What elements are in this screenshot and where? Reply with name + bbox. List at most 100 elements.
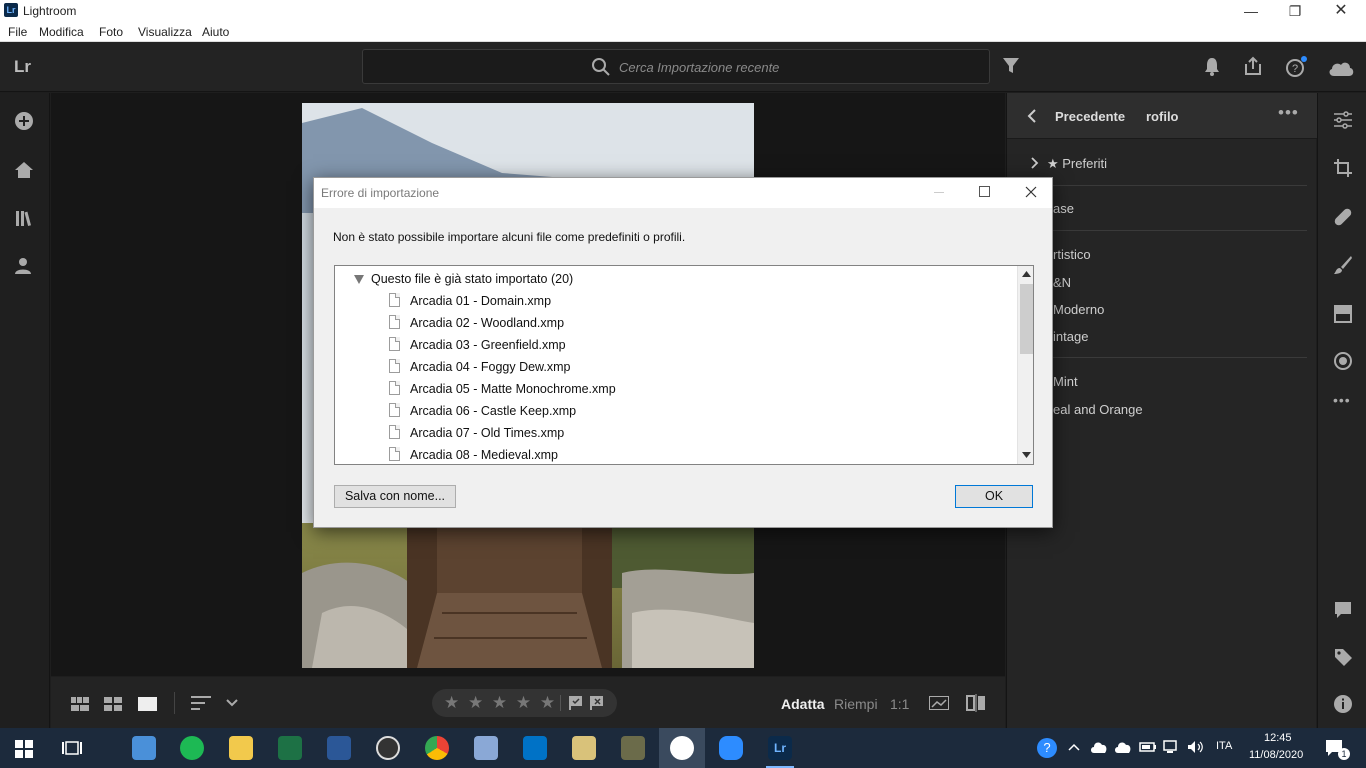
vertical-scrollbar[interactable] [1017,266,1033,464]
tree-file-item[interactable]: Arcadia 03 - Greenfield.xmp [410,338,566,352]
profile-group-bw[interactable]: &N [1053,275,1071,290]
zoom-icon[interactable] [719,736,743,760]
expand-triangle-icon[interactable] [354,275,364,284]
menu-bar: File Modifica Foto Visualizza Aiuto [0,22,1366,42]
tree-file-item[interactable]: Arcadia 04 - Foggy Dew.xmp [410,360,571,374]
rating-stars[interactable]: ★ ★ ★ ★ ★ [444,693,557,713]
grid-large-icon[interactable] [104,697,122,711]
slideshow-icon[interactable] [929,696,949,710]
menu-foto[interactable]: Foto [99,25,123,39]
library-icon[interactable] [14,208,34,228]
ok-button[interactable]: OK [955,485,1033,508]
close-button[interactable]: ✕ [1318,0,1364,22]
radial-icon[interactable] [1333,351,1353,371]
tree-file-item[interactable]: Arcadia 07 - Old Times.xmp [410,426,564,440]
minimize-button[interactable]: — [1228,0,1274,22]
profile-group-basic[interactable]: ase [1053,201,1074,216]
single-view-icon[interactable] [138,697,157,711]
lightroom-taskbar-icon[interactable]: Lr [768,736,792,760]
menu-file[interactable]: File [8,25,27,39]
menu-aiuto[interactable]: Aiuto [202,25,229,39]
gimp-icon[interactable] [621,736,645,760]
gradient-icon[interactable] [1333,304,1353,324]
file-tree[interactable]: Questo file è già stato importato (20) A… [334,265,1034,465]
profile-group-mint[interactable]: Mint [1053,374,1078,389]
chrome-icon[interactable] [425,736,449,760]
outlook-icon[interactable] [523,736,547,760]
scrollbar-thumb[interactable] [1020,284,1033,354]
brush-icon[interactable] [1333,255,1353,275]
photos-app-icon[interactable] [670,736,694,760]
tray-overflow-icon[interactable] [1068,743,1080,751]
cloud-upload-icon[interactable] [1090,740,1108,754]
ratio-button[interactable]: 1:1 [890,696,909,712]
obs-icon[interactable] [376,736,400,760]
chevron-down-icon[interactable] [226,699,238,707]
tree-file-item[interactable]: Arcadia 01 - Domain.xmp [410,294,551,308]
task-view-icon[interactable] [62,740,82,756]
more-options-icon[interactable]: ••• [1278,103,1299,123]
language-indicator[interactable]: ITA [1216,740,1232,752]
home-icon[interactable] [14,160,34,180]
clipboard-app-icon[interactable] [572,736,596,760]
profile-group-artistic[interactable]: rtistico [1053,247,1091,262]
profile-group-vintage[interactable]: intage [1053,329,1088,344]
word-icon[interactable] [327,736,351,760]
excel-icon[interactable] [278,736,302,760]
windows-start-icon[interactable] [15,740,33,758]
clock-time[interactable]: 12:45 [1264,732,1292,744]
menu-modifica[interactable]: Modifica [39,25,84,39]
profile-group-modern[interactable]: Moderno [1053,302,1104,317]
compare-icon[interactable] [966,694,986,712]
menu-visualizza[interactable]: Visualizza [138,25,192,39]
paint-icon[interactable] [474,736,498,760]
tree-file-item[interactable]: Arcadia 08 - Medieval.xmp [410,448,558,462]
tree-file-item[interactable]: Arcadia 05 - Matte Monochrome.xmp [410,382,616,396]
edit-sliders-icon[interactable] [1333,110,1353,130]
profile-group-teal-orange[interactable]: eal and Orange [1053,402,1143,417]
back-chevron-icon[interactable] [1027,109,1037,123]
fill-button[interactable]: Riempi [834,696,878,712]
more-tools-icon[interactable]: ••• [1333,392,1351,408]
network-icon[interactable] [1163,740,1181,754]
tree-file-item[interactable]: Arcadia 06 - Castle Keep.xmp [410,404,576,418]
search-input[interactable]: Cerca Importazione recente [619,60,779,75]
back-button[interactable]: Precedente [1055,109,1125,124]
scroll-up-icon[interactable] [1022,271,1031,277]
bell-icon[interactable] [1203,56,1221,76]
volume-icon[interactable] [1187,740,1205,754]
clock-date[interactable]: 11/08/2020 [1249,749,1303,761]
scroll-down-icon[interactable] [1022,452,1031,458]
flag-reject-icon[interactable] [590,696,604,710]
battery-icon[interactable] [1139,741,1157,753]
fit-button[interactable]: Adatta [781,696,825,712]
add-photos-icon[interactable] [14,111,34,131]
save-as-button[interactable]: Salva con nome... [334,485,456,508]
tag-icon[interactable] [1333,647,1353,667]
dialog-close-button[interactable] [1025,186,1037,198]
restore-button[interactable]: ❐ [1272,0,1318,22]
share-icon[interactable] [1243,56,1263,76]
flag-pick-icon[interactable] [569,696,583,710]
search-bar[interactable]: Cerca Importazione recente [362,49,990,84]
onedrive-icon[interactable] [1114,740,1132,754]
comment-icon[interactable] [1333,600,1353,620]
help-tray-icon[interactable]: ? [1037,738,1057,758]
tree-group-label[interactable]: Questo file è già stato importato (20) [371,272,573,286]
file-explorer-icon[interactable] [229,736,253,760]
cloud-icon[interactable] [1327,59,1355,77]
help-icon[interactable]: ? [1285,56,1307,78]
dialog-maximize-button[interactable] [979,186,990,197]
grid-small-icon[interactable] [71,697,89,711]
healing-icon[interactable] [1333,207,1353,227]
filter-icon[interactable] [1002,56,1020,76]
sort-icon[interactable] [191,696,211,710]
desktop-app-icon[interactable] [132,736,156,760]
info-icon[interactable] [1333,694,1353,714]
chevron-right-icon[interactable] [1031,157,1039,169]
tree-file-item[interactable]: Arcadia 02 - Woodland.xmp [410,316,564,330]
people-icon[interactable] [14,256,34,276]
crop-icon[interactable] [1333,158,1353,178]
profile-group-favorites[interactable]: ★ Preferiti [1047,156,1107,172]
spotify-icon[interactable] [180,736,204,760]
